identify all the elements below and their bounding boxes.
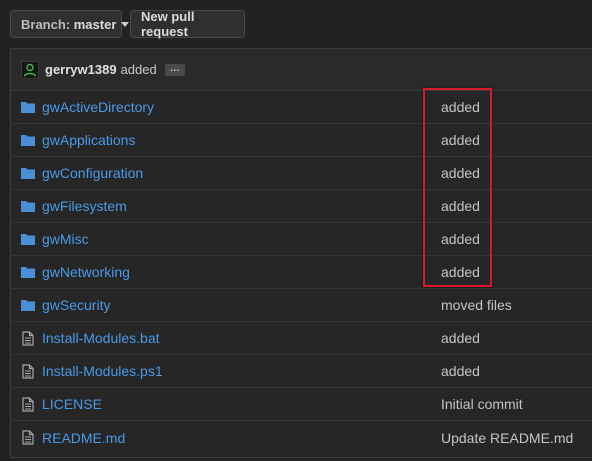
file-list-box: gerryw1389 added … gwActiveDirectory adde… xyxy=(10,48,592,458)
file-row[interactable]: gwApplications added xyxy=(11,124,592,157)
new-pull-request-button[interactable]: New pull request xyxy=(130,9,245,39)
file-name-link[interactable]: gwNetworking xyxy=(42,264,130,280)
folder-icon xyxy=(21,99,35,115)
folder-icon xyxy=(21,165,35,181)
user-icon xyxy=(23,63,37,77)
branch-select-button[interactable]: Branch: master xyxy=(10,10,130,38)
file-name-link[interactable]: gwActiveDirectory xyxy=(42,99,154,115)
file-row[interactable]: README.md Update README.md xyxy=(11,421,592,454)
file-name-link[interactable]: gwMisc xyxy=(42,231,89,247)
expand-commit-button[interactable]: … xyxy=(164,63,185,76)
commit-message[interactable]: added xyxy=(121,62,157,77)
folder-icon xyxy=(21,264,35,280)
toolbar: Branch: master New pull request xyxy=(10,9,245,40)
file-name-link[interactable]: Install-Modules.bat xyxy=(42,330,160,346)
file-row[interactable]: gwMisc added xyxy=(11,223,592,256)
file-name-link[interactable]: gwApplications xyxy=(42,132,135,148)
commit-message-link[interactable]: Update README.md xyxy=(441,430,573,446)
commit-message-link[interactable]: added xyxy=(441,231,480,247)
commit-message-link[interactable]: moved files xyxy=(441,297,512,313)
file-name-link[interactable]: gwSecurity xyxy=(42,297,110,313)
caret-down-icon xyxy=(121,21,130,27)
folder-icon xyxy=(21,297,35,313)
file-row[interactable]: gwSecurity moved files xyxy=(11,289,592,322)
latest-commit-bar: gerryw1389 added … xyxy=(11,49,592,91)
file-name-link[interactable]: README.md xyxy=(42,430,125,446)
file-icon xyxy=(21,396,35,412)
file-row[interactable]: gwActiveDirectory added xyxy=(11,91,592,124)
commit-message-link[interactable]: added xyxy=(441,165,480,181)
commit-author[interactable]: gerryw1389 xyxy=(45,62,117,77)
file-row[interactable]: Install-Modules.ps1 added xyxy=(11,355,592,388)
branch-name: master xyxy=(73,16,117,32)
commit-message-link[interactable]: added xyxy=(441,198,480,214)
file-name-link[interactable]: Install-Modules.ps1 xyxy=(42,363,163,379)
commit-message-link[interactable]: added xyxy=(441,363,480,379)
commit-message-link[interactable]: added xyxy=(441,132,480,148)
commit-message-link[interactable]: added xyxy=(441,99,480,115)
branch-prefix: Branch: xyxy=(21,16,71,32)
file-name-link[interactable]: LICENSE xyxy=(42,396,102,412)
folder-icon xyxy=(21,198,35,214)
file-icon xyxy=(21,430,35,446)
file-row[interactable]: LICENSE Initial commit xyxy=(11,388,592,421)
file-name-link[interactable]: gwFilesystem xyxy=(42,198,127,214)
folder-icon xyxy=(21,132,35,148)
file-row[interactable]: gwNetworking added xyxy=(11,256,592,289)
file-row[interactable]: Install-Modules.bat added xyxy=(11,322,592,355)
commit-message-link[interactable]: added xyxy=(441,264,480,280)
folder-icon xyxy=(21,231,35,247)
file-icon xyxy=(21,330,35,346)
file-row[interactable]: gwFilesystem added xyxy=(11,190,592,223)
file-name-link[interactable]: gwConfiguration xyxy=(42,165,143,181)
file-icon xyxy=(21,363,35,379)
commit-message-link[interactable]: added xyxy=(441,330,480,346)
commit-message-link[interactable]: Initial commit xyxy=(441,396,523,412)
file-rows: gwActiveDirectory added gwApplications adde… xyxy=(11,91,592,454)
file-row[interactable]: gwConfiguration added xyxy=(11,157,592,190)
avatar[interactable] xyxy=(21,60,39,79)
